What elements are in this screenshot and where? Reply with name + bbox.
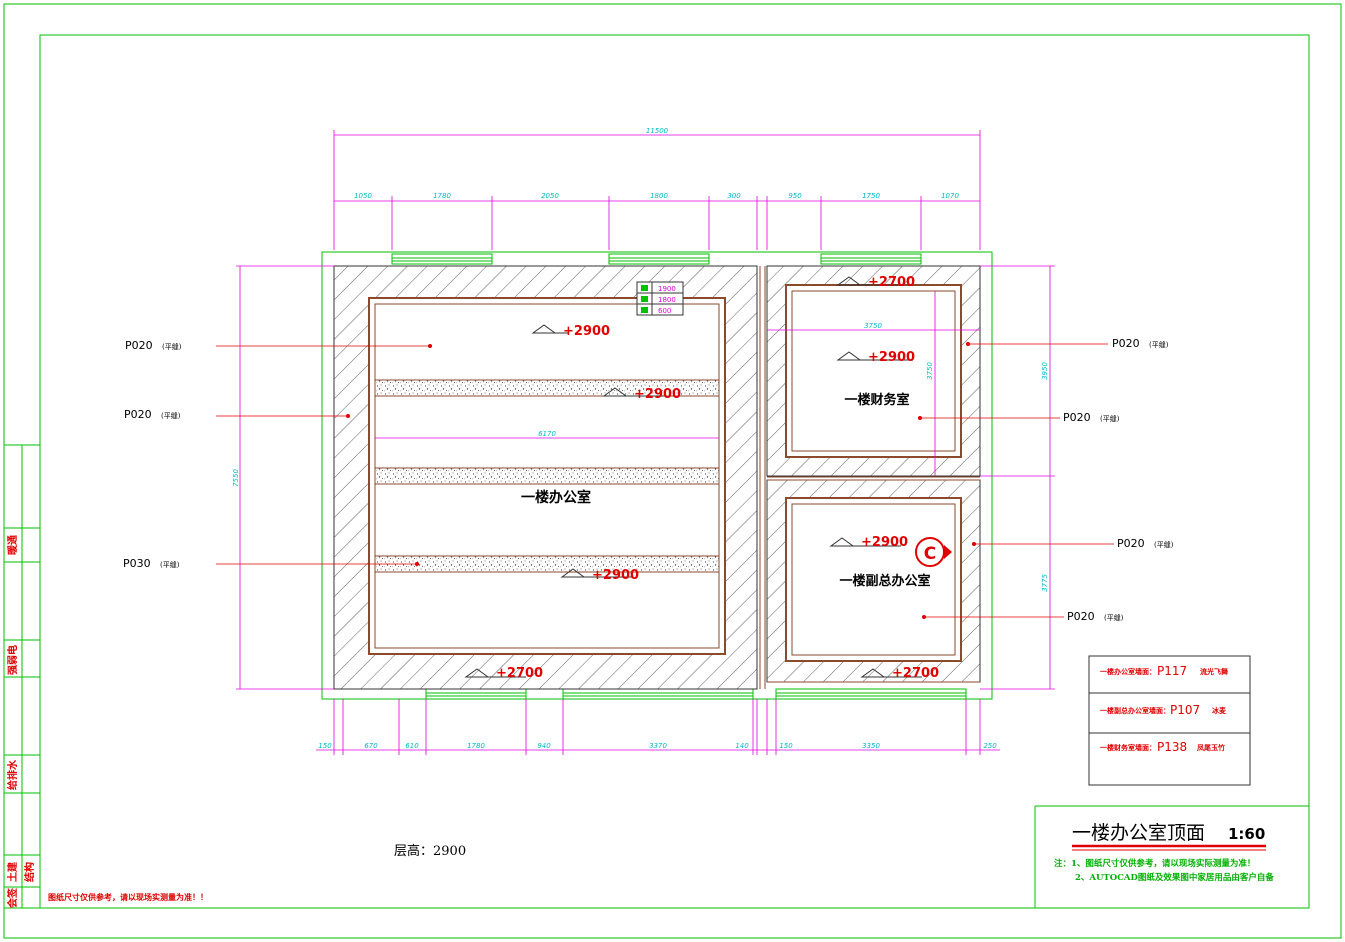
svg-text:(平缝): (平缝) [162, 342, 182, 351]
dim-top: 2050 [541, 192, 559, 200]
bottom-windows [425, 688, 967, 700]
tb-electric: 强弱电 [6, 645, 19, 675]
legend-code: P107 [1170, 703, 1200, 717]
svg-text:(平缝): (平缝) [1100, 414, 1120, 423]
dim-right: 3950 [1041, 362, 1049, 380]
dim-inner: 3750 [864, 322, 882, 330]
dim-top: 950 [788, 192, 802, 200]
dim-right: 3775 [1041, 574, 1049, 592]
room-label-vice-gm: 一楼副总办公室 [839, 573, 930, 589]
drawing-title: 一楼办公室顶面 [1072, 822, 1205, 844]
svg-text:(平缝): (平缝) [160, 560, 180, 569]
legend-value-2: 1800 [658, 296, 676, 304]
legend-code: P117 [1157, 664, 1187, 678]
svg-text:P020: P020 [125, 339, 153, 352]
svg-text:P020: P020 [1067, 610, 1095, 623]
elevation-label: +2700 [892, 666, 939, 681]
dim-bottom: 3370 [649, 742, 667, 750]
legend-room: 一楼副总办公室墙面： [1100, 706, 1170, 715]
svg-text:P020: P020 [1112, 337, 1140, 350]
dim-top-total: 11500 [646, 127, 669, 135]
svg-text:(平缝): (平缝) [1104, 613, 1124, 622]
legend-value-1: 1900 [658, 285, 676, 293]
legend-room: 一楼财务室墙面： [1100, 743, 1156, 752]
dim-top: 1070 [941, 192, 959, 200]
bottom-warning: 图纸尺寸仅供参考，请以现场实测量为准！！ [48, 892, 208, 902]
legend-value-3: 600 [658, 307, 671, 315]
tb-plumbing: 给排水 [6, 759, 19, 790]
dim-bottom: 150 [318, 742, 332, 750]
dim-bottom: 140 [735, 742, 749, 750]
material-tag: P020 (平缝) [1067, 610, 1124, 623]
elevation-label: +2900 [634, 387, 681, 402]
svg-text:(平缝): (平缝) [1154, 540, 1174, 549]
elevation-label: +2900 [563, 324, 610, 339]
material-tag: P020 (平缝) [1063, 411, 1120, 424]
svg-text:(平缝): (平缝) [1149, 340, 1169, 349]
drawing-title-block: 一楼办公室顶面 1:60 注：1、图纸尺寸仅供参考，请以现场实际测量为准！ 2、… [1034, 805, 1309, 908]
dim-bottom: 940 [537, 742, 551, 750]
svg-text:P020: P020 [1063, 411, 1091, 424]
tb-hvac: 暖通 [6, 535, 19, 555]
material-tag: P020 (平缝) [125, 339, 182, 352]
elevation-label: +2700 [868, 275, 915, 290]
material-tag: P020 (平缝) [124, 408, 181, 421]
material-tag: P020 (平缝) [1117, 537, 1174, 550]
left-title-block: 暖通 强弱电 给排水 土建 结构 会签 [3, 444, 41, 909]
legend-room: 一楼办公室墙面： [1100, 667, 1156, 676]
drawing-canvas: 暖通 强弱电 给排水 土建 结构 会签 1900 1800 600 11500 … [3, 3, 1342, 939]
drawing-scale: 1:60 [1228, 825, 1265, 843]
elevation-label: +2900 [861, 535, 908, 550]
room-label-finance: 一楼财务室 [844, 392, 909, 408]
elevation-label: +2900 [868, 350, 915, 365]
dim-bottom: 610 [405, 742, 419, 750]
dim-top: 1050 [354, 192, 372, 200]
wall-finish-legend: 一楼办公室墙面： P117 流光飞舞 一楼副总办公室墙面： P107 冰麦 一楼… [1088, 655, 1251, 786]
dim-bottom: 1780 [467, 742, 485, 750]
dim-inner: 6170 [538, 430, 556, 438]
svg-text:(平缝): (平缝) [161, 411, 181, 420]
elevation-label: +2700 [496, 666, 543, 681]
tb-countersign: 会签 [6, 887, 19, 908]
top-windows [391, 253, 922, 265]
note-line-1: 注：1、图纸尺寸仅供参考，请以现场实际测量为准！ [1054, 858, 1255, 869]
dim-bottom: 670 [364, 742, 378, 750]
dim-top: 300 [727, 192, 741, 200]
svg-text:P020: P020 [124, 408, 152, 421]
tb-structure: 结构 [23, 862, 36, 882]
tb-civil: 土建 [6, 861, 19, 882]
finance-room [766, 265, 981, 477]
dim-top: 1750 [862, 192, 880, 200]
dim-inner: 3750 [926, 362, 934, 380]
section-marker-label: C [924, 544, 936, 564]
legend-desc: 冰麦 [1212, 706, 1227, 715]
office-main [333, 265, 758, 690]
floor-height-label: 层高：2900 [394, 843, 466, 859]
dim-left: 7550 [232, 469, 240, 487]
dim-top: 1780 [433, 192, 451, 200]
legend-code: P138 [1157, 740, 1187, 754]
note-line-2: 2、AUTOCAD图纸及效果图中家居用品由客户自备 [1075, 872, 1274, 883]
dim-bottom: 3350 [862, 742, 880, 750]
legend-desc: 凤尾玉竹 [1197, 743, 1225, 752]
material-tag: P030 (平缝) [123, 557, 180, 570]
level-legend: 1900 1800 600 [636, 281, 684, 316]
svg-text:P030: P030 [123, 557, 151, 570]
material-tag: P020 (平缝) [1112, 337, 1169, 350]
dim-bottom: 250 [983, 742, 997, 750]
legend-desc: 流光飞舞 [1200, 667, 1228, 676]
dim-top: 1800 [650, 192, 668, 200]
dim-bottom: 150 [779, 742, 793, 750]
elevation-label: +2900 [592, 568, 639, 583]
svg-text:P020: P020 [1117, 537, 1145, 550]
room-label-office: 一楼办公室 [521, 489, 591, 506]
